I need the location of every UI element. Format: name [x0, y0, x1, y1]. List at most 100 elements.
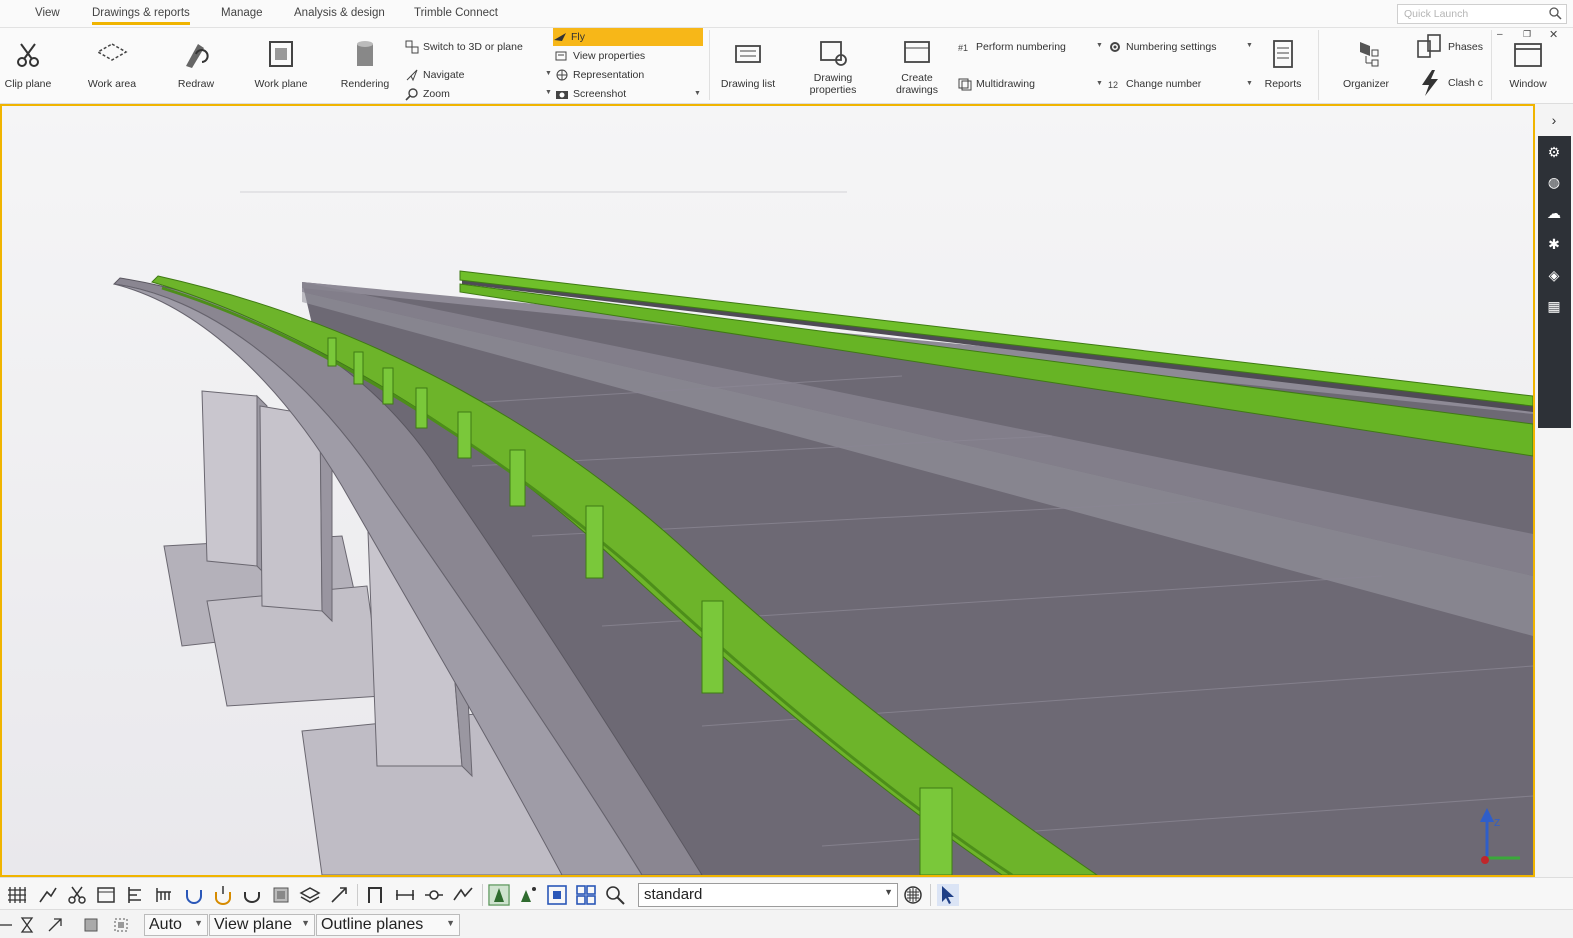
globe-icon[interactable]: ◍: [1544, 172, 1564, 192]
line-snap-icon[interactable]: [112, 916, 130, 934]
reports-button[interactable]: Reports: [1248, 32, 1318, 100]
rendering-button[interactable]: Rendering: [330, 32, 400, 100]
bridge-model-render: Z: [2, 106, 1533, 875]
phases-button[interactable]: Phases: [1416, 32, 1483, 62]
cube-icon[interactable]: ◈: [1544, 265, 1564, 285]
view-properties-button[interactable]: View properties: [555, 47, 645, 65]
clip-plane-label: Clip plane: [4, 78, 52, 90]
select-component-icon[interactable]: [546, 884, 568, 906]
point-dimension-icon[interactable]: [423, 884, 445, 906]
organizer-button[interactable]: Organizer: [1331, 32, 1401, 100]
window-select-icon[interactable]: [95, 884, 117, 906]
numbering-settings-button[interactable]: Numbering settings: [1108, 38, 1216, 56]
clash-check-button[interactable]: Clash c: [1416, 68, 1483, 98]
representation-label: Representation: [573, 69, 645, 81]
apps-icon[interactable]: ▦: [1544, 296, 1564, 316]
align-icon[interactable]: [124, 884, 146, 906]
bottom-toolbar: standard ▼: [0, 877, 1573, 909]
tab-manage[interactable]: Manage: [221, 7, 263, 22]
view-more-dropdown-icon[interactable]: ▼: [694, 90, 701, 97]
snap-mode-select[interactable]: Auto ▼: [144, 914, 208, 936]
selection-filter-select[interactable]: standard ▼: [638, 883, 898, 907]
screenshot-button[interactable]: Screenshot: [555, 85, 626, 103]
select-assembly-icon[interactable]: [575, 884, 597, 906]
navigate-button[interactable]: Navigate: [405, 66, 464, 84]
chevron-down-icon: ▼: [884, 887, 893, 897]
cursor-icon[interactable]: [937, 884, 959, 906]
horizontal-dimension-icon[interactable]: [394, 884, 416, 906]
plane-select[interactable]: View plane ▼: [209, 914, 315, 936]
zoom-icon: [405, 88, 418, 101]
window-button[interactable]: Window: [1493, 32, 1563, 100]
distribute-icon[interactable]: [153, 884, 175, 906]
representation-dropdown-icon[interactable]: ▼: [545, 70, 552, 77]
work-area-button[interactable]: Work area: [77, 32, 147, 100]
layers-icon[interactable]: [299, 884, 321, 906]
create-drawings-button[interactable]: Create drawings: [882, 32, 952, 100]
settings-icon[interactable]: ✱: [1544, 234, 1564, 254]
properties-icon[interactable]: ⚙: [1544, 142, 1564, 162]
fly-button[interactable]: Fly: [553, 28, 703, 46]
grid-icon[interactable]: [6, 884, 28, 906]
smart-select-icon[interactable]: [488, 884, 510, 906]
drawing-properties-label: Drawing properties: [809, 72, 857, 96]
change-number-button[interactable]: 12 Change number: [1108, 75, 1201, 93]
numbering-settings-dropdown-icon[interactable]: ▼: [1096, 42, 1103, 49]
plane-value: View plane: [214, 916, 292, 933]
bracket-icon[interactable]: [364, 884, 386, 906]
switch-3d-button[interactable]: Switch to 3D or plane: [405, 38, 523, 56]
u-shape-icon[interactable]: [183, 884, 205, 906]
arc-icon[interactable]: [241, 884, 263, 906]
close-icon[interactable]: ✕: [1549, 28, 1558, 41]
change-number-label: Change number: [1126, 78, 1202, 90]
redraw-button[interactable]: Redraw: [161, 32, 231, 100]
representation-button[interactable]: Representation: [555, 66, 644, 84]
tab-drawings-reports[interactable]: Drawings & reports: [92, 7, 190, 25]
point-snap-icon[interactable]: [82, 916, 100, 934]
model-viewport[interactable]: Z: [0, 104, 1535, 877]
svg-text:Z: Z: [1494, 818, 1500, 829]
selection-filter-value: standard: [644, 886, 703, 903]
restore-icon[interactable]: ❐: [1523, 29, 1531, 40]
screenshot-dropdown-icon[interactable]: ▼: [545, 89, 552, 96]
screenshot-label: Screenshot: [573, 88, 627, 100]
change-number-dropdown-icon[interactable]: ▼: [1096, 80, 1103, 87]
curve-dimension-icon[interactable]: [452, 884, 474, 906]
drawing-list-button[interactable]: Drawing list: [713, 32, 783, 100]
tab-view[interactable]: View: [35, 7, 60, 22]
quick-launch-input[interactable]: Quick Launch: [1397, 4, 1567, 24]
tab-trimble-connect[interactable]: Trimble Connect: [414, 7, 498, 22]
arrow-icon[interactable]: [46, 916, 64, 934]
work-plane-icon: [269, 41, 293, 67]
zoom-select-icon[interactable]: [604, 884, 626, 906]
filter-icon[interactable]: [902, 884, 924, 906]
cloud-icon[interactable]: ☁: [1544, 203, 1564, 223]
navigate-icon: [406, 69, 418, 82]
tab-analysis-design[interactable]: Analysis & design: [294, 7, 385, 22]
work-plane-label: Work plane: [254, 78, 308, 90]
perform-numbering-button[interactable]: #1 Perform numbering: [958, 38, 1066, 56]
select-point-icon[interactable]: [517, 884, 539, 906]
ribbon: Clip plane Work area Redraw Work plane R…: [0, 28, 1573, 104]
rendering-icon: [357, 41, 373, 66]
hourglass-icon[interactable]: [18, 916, 36, 934]
chevron-right-icon[interactable]: ›: [1544, 110, 1564, 130]
outline-value: Outline planes: [321, 916, 424, 933]
scissors-icon[interactable]: [66, 884, 88, 906]
clip-plane-button[interactable]: Clip plane: [0, 32, 63, 100]
fill-icon[interactable]: [212, 884, 234, 906]
drawing-properties-button[interactable]: Drawing properties: [798, 32, 868, 100]
work-plane-button[interactable]: Work plane: [246, 32, 316, 100]
zoom-button[interactable]: Zoom: [405, 85, 450, 103]
toolbar-divider: [930, 884, 931, 906]
minimize-icon[interactable]: –: [1497, 29, 1503, 40]
multidrawing-button[interactable]: Multidrawing: [958, 75, 1035, 93]
outline-select[interactable]: Outline planes ▼: [316, 914, 460, 936]
crosshair-icon[interactable]: [0, 916, 18, 934]
measure-icon[interactable]: [328, 884, 350, 906]
representation-icon: [556, 69, 568, 81]
camera-icon: [556, 91, 568, 99]
snap-icon[interactable]: [37, 884, 59, 906]
lightning-icon: [1422, 70, 1438, 96]
layers-grid-icon[interactable]: [270, 884, 292, 906]
